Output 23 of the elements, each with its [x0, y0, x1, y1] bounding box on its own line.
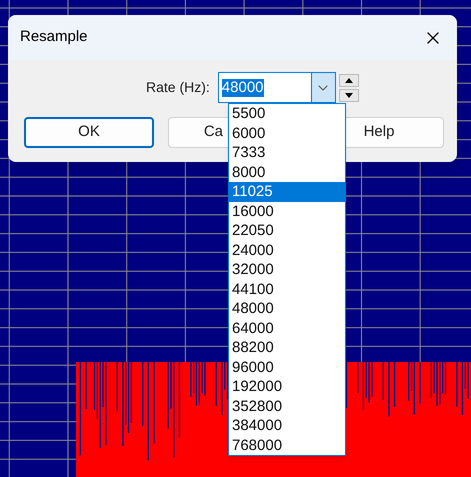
- dropdown-option[interactable]: 22050: [229, 221, 345, 240]
- rate-combobox[interactable]: 48000: [218, 72, 336, 103]
- dropdown-option[interactable]: 16000: [229, 202, 345, 221]
- window-title: Resample: [20, 27, 88, 48]
- down-arrow-icon: [344, 92, 353, 98]
- rate-label: Rate (Hz):: [146, 78, 210, 97]
- dropdown-option[interactable]: 64000: [229, 318, 345, 338]
- up-arrow-icon: [344, 78, 353, 82]
- dropdown-option[interactable]: 352800: [229, 396, 345, 416]
- ok-button[interactable]: OK: [24, 117, 154, 148]
- dropdown-option[interactable]: 192000: [229, 377, 345, 396]
- dropdown-option[interactable]: 768000: [229, 436, 345, 455]
- dropdown-option[interactable]: 96000: [229, 358, 345, 377]
- dropdown-option[interactable]: 32000: [229, 260, 345, 280]
- dropdown-option[interactable]: 384000: [229, 416, 345, 436]
- dropdown-option[interactable]: 88200: [229, 338, 345, 358]
- dropdown-option[interactable]: 44100: [229, 280, 345, 299]
- dropdown-option[interactable]: 8000: [229, 162, 345, 182]
- spin-buttons[interactable]: [338, 74, 359, 102]
- dropdown-option[interactable]: 24000: [229, 240, 345, 260]
- dropdown-option[interactable]: 11025: [229, 182, 345, 202]
- dropdown-option[interactable]: 48000: [229, 299, 345, 318]
- rate-value: 48000: [222, 78, 264, 96]
